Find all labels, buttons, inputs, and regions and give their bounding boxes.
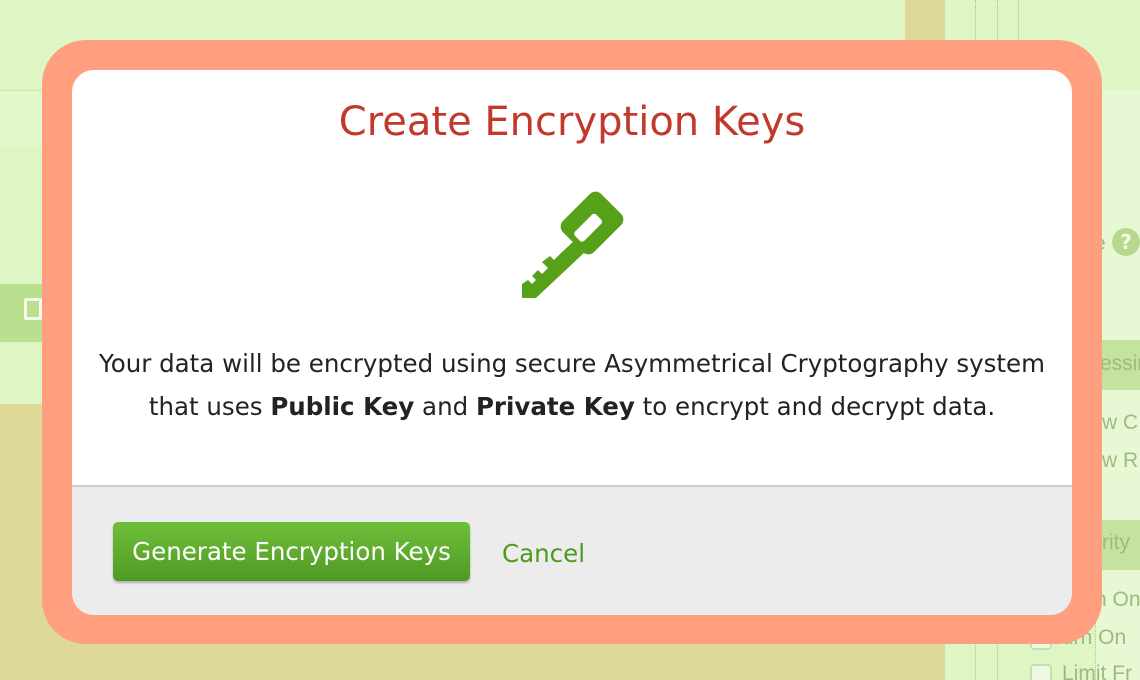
save-icon [24, 298, 42, 320]
bg-right-label: w R [1102, 449, 1139, 472]
bg-right-label: Limit Fr [1062, 662, 1132, 680]
bg-right-label: essin [1100, 352, 1140, 375]
dialog-footer: Generate Encryption Keys Cancel [72, 485, 1072, 615]
description-text: to encrypt and decrypt data. [634, 392, 996, 421]
private-key-label: Private Key [475, 392, 635, 421]
generate-encryption-keys-button[interactable]: Generate Encryption Keys [113, 522, 470, 581]
key-icon [522, 191, 624, 298]
bg-right-label: w C [1102, 411, 1139, 434]
help-icon: ? [1112, 228, 1140, 256]
description-text: and [414, 392, 476, 421]
dialog-title: Create Encryption Keys [338, 99, 806, 145]
public-key-label: Public Key [270, 392, 415, 421]
dialog-description: Your data will be encrypted using secure… [72, 342, 1072, 428]
bg-right-label: rity [1102, 531, 1130, 554]
encryption-keys-dialog: Create Encryption Keys Your data will be… [72, 70, 1072, 615]
bg-checkbox [1030, 664, 1052, 680]
cancel-button[interactable]: Cancel [502, 537, 585, 571]
